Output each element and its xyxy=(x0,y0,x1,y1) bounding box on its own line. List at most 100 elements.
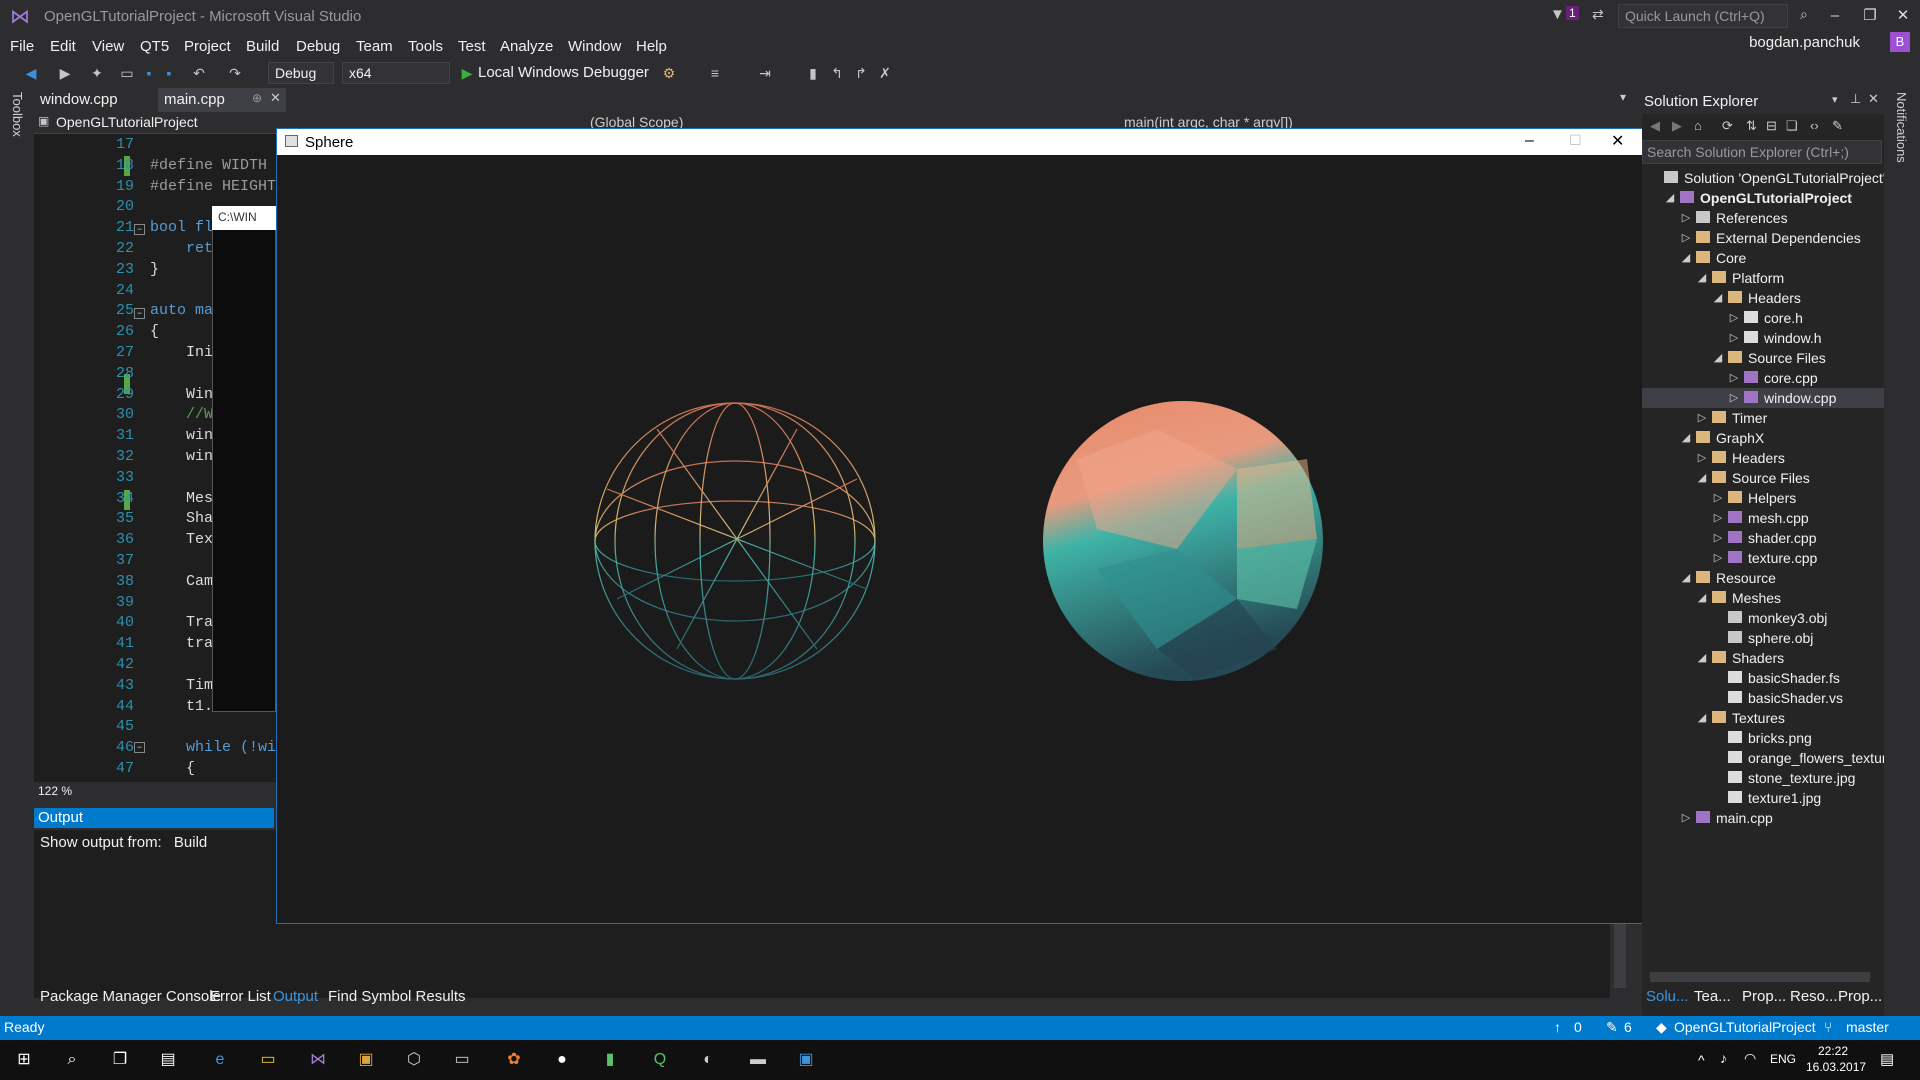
tree-item[interactable]: basicShader.fs xyxy=(1642,668,1884,688)
menu-qt5[interactable]: QT5 xyxy=(140,38,169,55)
show-all-files-icon[interactable]: ❏ xyxy=(1786,118,1798,134)
wifi-icon[interactable]: ◠ xyxy=(1744,1050,1756,1067)
tab-find-symbol-results[interactable]: Find Symbol Results xyxy=(328,988,466,1005)
collapsed-arrow-icon[interactable]: ▷ xyxy=(1680,811,1692,824)
action-center-icon[interactable]: ▤ xyxy=(1880,1050,1894,1068)
tree-item[interactable]: ◢ Source Files xyxy=(1642,468,1884,488)
expanded-arrow-icon[interactable]: ◢ xyxy=(1712,291,1724,304)
store-icon[interactable]: ▤ xyxy=(156,1048,180,1072)
forward-icon[interactable]: ▶ xyxy=(1672,118,1682,134)
comment-icon[interactable]: ≡ xyxy=(706,64,724,82)
sphere-app-icon[interactable]: ▣ xyxy=(794,1048,818,1072)
sphere-title-bar[interactable]: Sphere – ☐ ✕ xyxy=(277,129,1643,155)
publish-icon[interactable]: ↑ xyxy=(1554,1019,1561,1035)
menu-file[interactable]: File xyxy=(10,38,34,55)
tree-item[interactable]: Solution 'OpenGLTutorialProject' (1 xyxy=(1642,168,1902,188)
clear-bookmarks-icon[interactable]: ✗ xyxy=(876,64,894,82)
tab-main-cpp[interactable]: main.cpp ⊕ ✕ xyxy=(158,88,286,112)
tree-item[interactable]: monkey3.obj xyxy=(1642,608,1884,628)
collapsed-arrow-icon[interactable]: ▷ xyxy=(1696,451,1708,464)
tree-item[interactable]: ◢ Meshes xyxy=(1642,588,1884,608)
redo-icon[interactable]: ↷ xyxy=(226,64,244,82)
avatar[interactable]: B xyxy=(1890,32,1910,52)
github-icon[interactable]: ● xyxy=(550,1048,574,1072)
tree-item[interactable]: ▷ Headers xyxy=(1642,448,1884,468)
collapsed-arrow-icon[interactable]: ▷ xyxy=(1728,311,1740,324)
menu-debug[interactable]: Debug xyxy=(296,38,340,55)
repo-icon[interactable]: ◆ xyxy=(1656,1019,1667,1036)
tree-item[interactable]: ▷ window.cpp xyxy=(1642,388,1884,408)
zoom-level[interactable]: 122 % xyxy=(38,784,72,798)
expanded-arrow-icon[interactable]: ◢ xyxy=(1696,651,1708,664)
collapsed-arrow-icon[interactable]: ▷ xyxy=(1728,331,1740,344)
collapsed-arrow-icon[interactable]: ▷ xyxy=(1712,511,1724,524)
collapsed-arrow-icon[interactable]: ▷ xyxy=(1712,491,1724,504)
collapse-all-icon[interactable]: ⊟ xyxy=(1766,118,1777,134)
tree-item[interactable]: ◢ Source Files xyxy=(1642,348,1884,368)
tree-item[interactable]: ▷ Helpers xyxy=(1642,488,1884,508)
next-bookmark-icon[interactable]: ↱ xyxy=(852,64,870,82)
tree-item[interactable]: orange_flowers_texture xyxy=(1642,748,1894,768)
tray-up-icon[interactable]: ^ xyxy=(1698,1052,1705,1068)
back-icon[interactable]: ◀ xyxy=(22,64,40,82)
tree-item[interactable]: ▷ core.cpp xyxy=(1642,368,1884,388)
start-icon[interactable]: ⊞ xyxy=(12,1048,36,1072)
close-tab-icon[interactable]: ✕ xyxy=(270,90,281,106)
tab-team-explorer[interactable]: Tea... xyxy=(1694,988,1731,1005)
view-code-icon[interactable]: ‹› xyxy=(1810,118,1819,133)
attach-icon[interactable]: ⚙ xyxy=(660,64,678,82)
tab-property-manager[interactable]: Prop... xyxy=(1838,988,1882,1005)
visual-studio-icon[interactable]: ⋈ xyxy=(306,1048,330,1072)
tree-item[interactable]: ◢ GraphX xyxy=(1642,428,1884,448)
expanded-arrow-icon[interactable]: ◢ xyxy=(1664,191,1676,204)
language-indicator[interactable]: ENG xyxy=(1770,1052,1796,1066)
tree-item[interactable]: ▷ texture.cpp xyxy=(1642,548,1884,568)
tree-item[interactable]: basicShader.vs xyxy=(1642,688,1884,708)
dropdown-icon[interactable]: ▾ xyxy=(1832,93,1838,106)
open-icon[interactable]: ▭ xyxy=(118,64,136,82)
console-window[interactable] xyxy=(212,206,276,712)
tree-item[interactable]: ▷ main.cpp xyxy=(1642,808,1884,828)
tree-item[interactable]: ◢ Headers xyxy=(1642,288,1884,308)
clock-time[interactable]: 22:22 xyxy=(1818,1044,1848,1058)
collapsed-arrow-icon[interactable]: ▷ xyxy=(1680,231,1692,244)
menu-analyze[interactable]: Analyze xyxy=(500,38,553,55)
collapse-icon[interactable]: − xyxy=(134,742,145,753)
menu-test[interactable]: Test xyxy=(458,38,486,55)
pin-icon[interactable]: ⊥ xyxy=(1850,91,1861,107)
collapse-icon[interactable]: − xyxy=(134,224,145,235)
properties-icon[interactable]: ✎ xyxy=(1832,118,1843,134)
task-view-icon[interactable]: ❐ xyxy=(108,1048,132,1072)
tab-resource-view[interactable]: Reso... xyxy=(1790,988,1838,1005)
tab-solution-explorer[interactable]: Solu... xyxy=(1646,988,1689,1005)
undo-icon[interactable]: ↶ xyxy=(190,64,208,82)
horizontal-scrollbar[interactable] xyxy=(1650,972,1870,982)
quick-launch-input[interactable]: Quick Launch (Ctrl+Q) xyxy=(1618,4,1788,28)
volume-icon[interactable]: ♪ xyxy=(1720,1050,1727,1066)
tree-item[interactable]: stone_texture.jpg xyxy=(1642,768,1884,788)
expanded-arrow-icon[interactable]: ◢ xyxy=(1696,471,1708,484)
paint-icon[interactable]: ✿ xyxy=(502,1048,526,1072)
menu-build[interactable]: Build xyxy=(246,38,279,55)
bookmark-icon[interactable]: ▮ xyxy=(804,64,822,82)
collapsed-arrow-icon[interactable]: ▷ xyxy=(1680,211,1692,224)
virtualbox-icon[interactable]: ⬡ xyxy=(402,1048,426,1072)
configuration-select[interactable]: Debug xyxy=(268,62,334,84)
tree-item[interactable]: ▷ mesh.cpp xyxy=(1642,508,1884,528)
tree-item[interactable]: ▷ core.h xyxy=(1642,308,1884,328)
tree-item[interactable]: ◢ Shaders xyxy=(1642,648,1884,668)
expanded-arrow-icon[interactable]: ◢ xyxy=(1696,591,1708,604)
file-explorer-icon[interactable]: ▭ xyxy=(256,1048,280,1072)
start-debugging-button[interactable]: Local Windows Debugger xyxy=(478,64,649,81)
tree-item[interactable]: ◢ OpenGLTutorialProject xyxy=(1642,188,1884,208)
expanded-arrow-icon[interactable]: ◢ xyxy=(1680,571,1692,584)
clock-date[interactable]: 16.03.2017 xyxy=(1806,1060,1866,1074)
pencil-icon[interactable]: ✎ xyxy=(1606,1019,1618,1036)
tree-item[interactable]: ▷ References xyxy=(1642,208,1884,228)
expanded-arrow-icon[interactable]: ◢ xyxy=(1696,271,1708,284)
edge-icon[interactable]: e xyxy=(208,1048,232,1072)
tree-item[interactable]: texture1.jpg xyxy=(1642,788,1884,808)
project-dropdown[interactable]: OpenGLTutorialProject xyxy=(56,114,198,130)
sphere-window[interactable] xyxy=(276,128,1644,924)
save-all-icon[interactable]: ▪ xyxy=(160,64,178,82)
